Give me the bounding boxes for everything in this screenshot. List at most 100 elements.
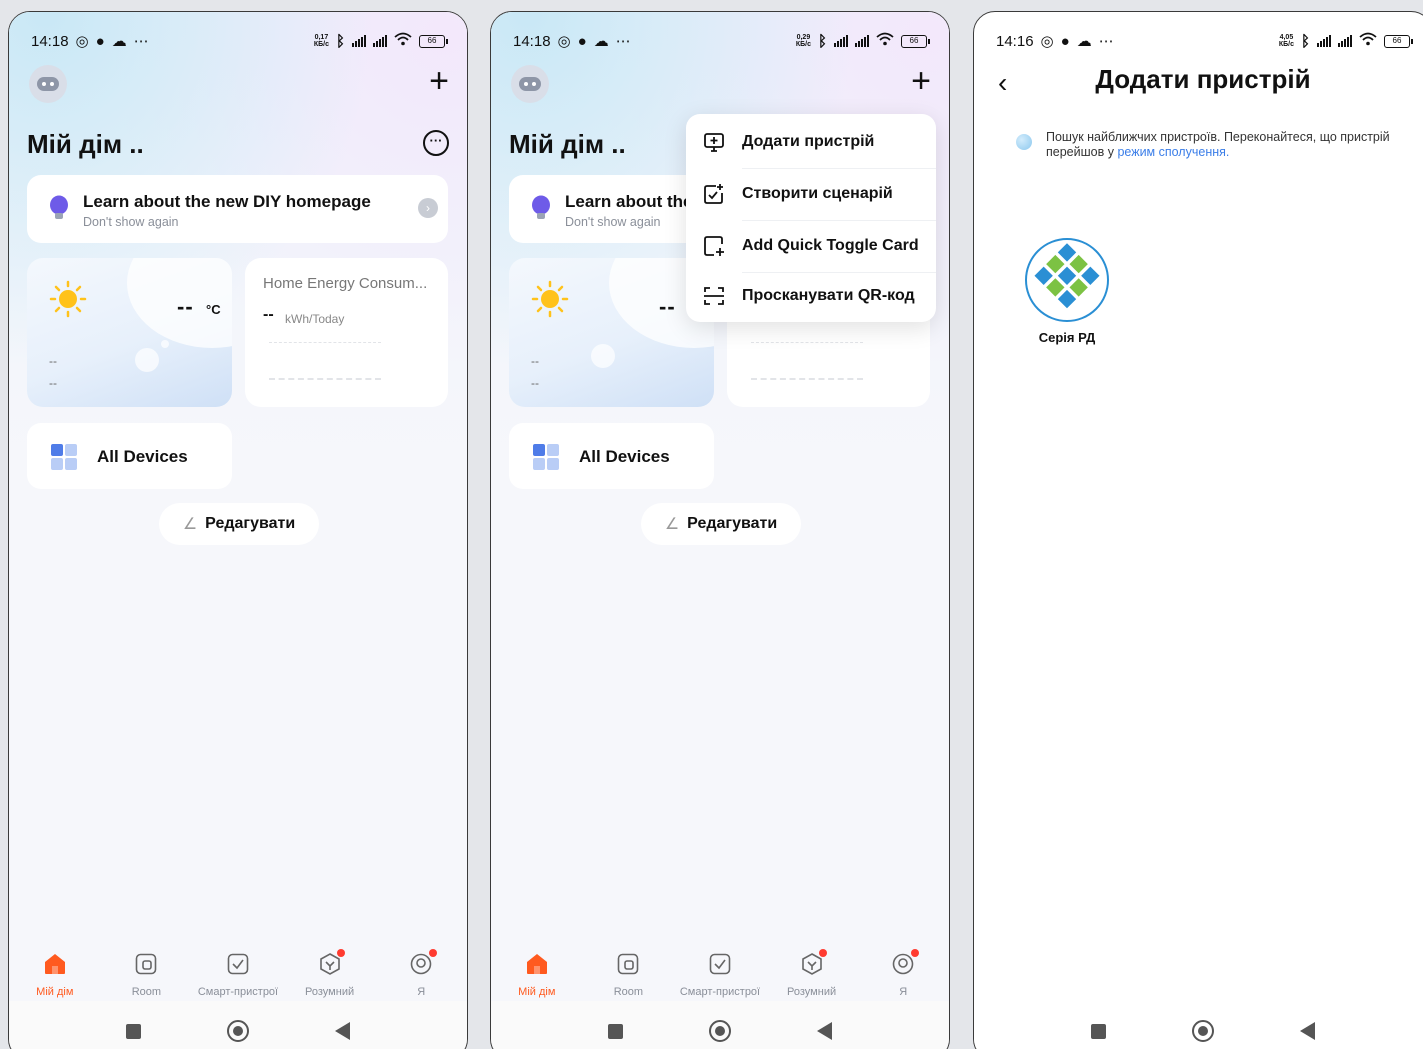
more-options-button[interactable]: ··· [423,130,449,156]
phone-home-screen: 14:18 ◎ ● ☁ ⋯ 0,17 КБ/с ᛒ 66 + Мій дім ..… [8,11,468,1049]
add-plus-button[interactable]: + [429,64,449,98]
whatsapp-icon: ◎ [1040,33,1054,50]
more-notifications-icon: ⋯ [1098,33,1114,50]
tab-my-home[interactable]: Мій дім [9,941,101,1001]
back-nav-icon[interactable] [1300,1022,1315,1040]
recent-apps-icon[interactable] [608,1023,623,1039]
weather-unit: °C [206,302,221,317]
whatsapp-icon: ◎ [557,33,571,50]
bottom-tab-bar: Мій дім Room Смарт-пристрої Розумний Я [9,941,467,1001]
qr-scan-icon [686,285,742,307]
device-item-rd-series[interactable]: Серія РД [1024,238,1110,345]
back-nav-icon[interactable] [817,1022,832,1040]
edit-button[interactable]: ∠ Редагувати [641,503,801,545]
checkbox-icon [227,953,249,980]
home-title[interactable]: Мій дім .. [509,129,626,160]
cloud-icon: ☁ [111,33,127,50]
signal-icon [1317,35,1331,47]
pencil-icon: ∠ [664,516,680,533]
back-nav-icon[interactable] [335,1022,350,1040]
recent-apps-icon[interactable] [126,1023,141,1039]
chart-placeholder-line [269,378,381,380]
chevron-right-icon[interactable]: › [418,198,438,218]
signal-icon [352,35,366,47]
more-notifications-icon: ⋯ [615,33,631,50]
energy-value: -- [263,306,274,323]
wifi-icon [394,32,412,50]
tab-smart[interactable]: Розумний [284,941,376,1001]
status-time: 14:18 [31,32,69,50]
notification-badge [428,949,437,957]
recent-apps-icon[interactable] [1091,1023,1106,1039]
add-plus-button[interactable]: + [911,64,931,98]
energy-card[interactable]: Home Energy Consum... -- kWh/Today [245,258,448,407]
tab-smart-devices[interactable]: Смарт-пристрої [674,941,766,1001]
all-devices-card[interactable]: All Devices [27,423,232,489]
status-time: 14:16 [996,32,1034,50]
menu-item-create-scene[interactable]: Створити сценарій [686,168,936,220]
notification-badge [819,949,828,957]
tab-my-home[interactable]: Мій дім [491,941,583,1001]
device-name: Серія РД [1038,330,1096,345]
weather-temperature: -- [177,294,194,319]
bluetooth-icon: ᛒ [1300,32,1310,50]
bulb-icon [49,195,69,228]
weather-card[interactable]: -- °C -- -- [27,258,232,407]
network-speed: 0,29 КБ/с [795,34,811,48]
add-card-icon [686,235,742,257]
battery-icon: 66 [1384,34,1413,48]
battery-icon: 66 [901,34,930,48]
devices-grid-icon [51,444,77,470]
menu-item-scan-qr[interactable]: Просканувати QR-код [686,270,936,322]
signal-icon-2 [1338,35,1352,47]
avatar[interactable] [29,65,67,103]
tab-smart-devices[interactable]: Смарт-пристрої [192,941,284,1001]
signal-icon-2 [855,35,869,47]
edit-button[interactable]: ∠ Редагувати [159,503,319,545]
sun-icon [531,280,569,323]
menu-item-add-quick-toggle-card[interactable]: Add Quick Toggle Card [686,220,936,272]
tab-smart[interactable]: Розумний [766,941,858,1001]
page-title: Додати пристрій [1095,64,1311,94]
phone-add-device-screen: 14:16 ◎ ● ☁ ⋯ 4,05 КБ/с ᛒ 66 ‹ Додати при… [973,11,1423,1049]
chart-placeholder-line [269,342,381,343]
add-dropdown-menu: Додати пристрій Створити сценарій Add Qu… [686,114,936,322]
all-devices-card[interactable]: All Devices [509,423,714,489]
cloud-icon: ☁ [1076,33,1092,50]
status-bar: 14:18 ◎ ● ☁ ⋯ 0,17 КБ/с ᛒ 66 [31,30,448,52]
tip-dismiss-link[interactable]: Don't show again [83,215,179,229]
notification-badge [337,949,346,957]
tip-dismiss-link[interactable]: Don't show again [565,215,661,229]
all-devices-label: All Devices [579,447,670,466]
tab-room[interactable]: Room [583,941,675,1001]
pairing-mode-link[interactable]: режим сполучення. [1117,145,1229,159]
weather-card[interactable]: -- -- -- [509,258,714,407]
tab-me[interactable]: Я [375,941,467,1001]
menu-item-add-device[interactable]: Додати пристрій [686,116,936,168]
whatsapp-icon: ◎ [75,33,89,50]
bluetooth-icon: ᛒ [335,32,345,50]
bluetooth-icon: ᛒ [817,32,827,50]
tab-room[interactable]: Room [101,941,193,1001]
home-title[interactable]: Мій дім .. [27,129,144,160]
network-speed: 4,05 КБ/с [1278,34,1294,48]
add-device-icon [686,131,742,153]
chart-placeholder-line [751,378,863,380]
diy-homepage-tip[interactable]: Learn about the new DIY homepage Don't s… [27,175,448,243]
phone-home-menu-screen: 14:18 ◎ ● ☁ ⋯ 0,29 КБ/с ᛒ 66 + Мій дім ..… [490,11,950,1049]
chat-icon: ● [95,32,105,50]
pencil-icon: ∠ [182,516,198,533]
create-scene-icon [686,183,742,205]
tip-title: Learn about the new DIY homepage [83,192,371,211]
avatar[interactable] [511,65,549,103]
signal-icon-2 [373,35,387,47]
home-nav-icon[interactable] [709,1020,731,1042]
home-nav-icon[interactable] [1192,1020,1214,1042]
signal-icon [834,35,848,47]
home-nav-icon[interactable] [227,1020,249,1042]
smart-icon [801,953,823,980]
status-time: 14:18 [513,32,551,50]
chat-icon: ● [577,32,587,50]
weather-detail-1: -- [531,354,539,368]
tab-me[interactable]: Я [857,941,949,1001]
